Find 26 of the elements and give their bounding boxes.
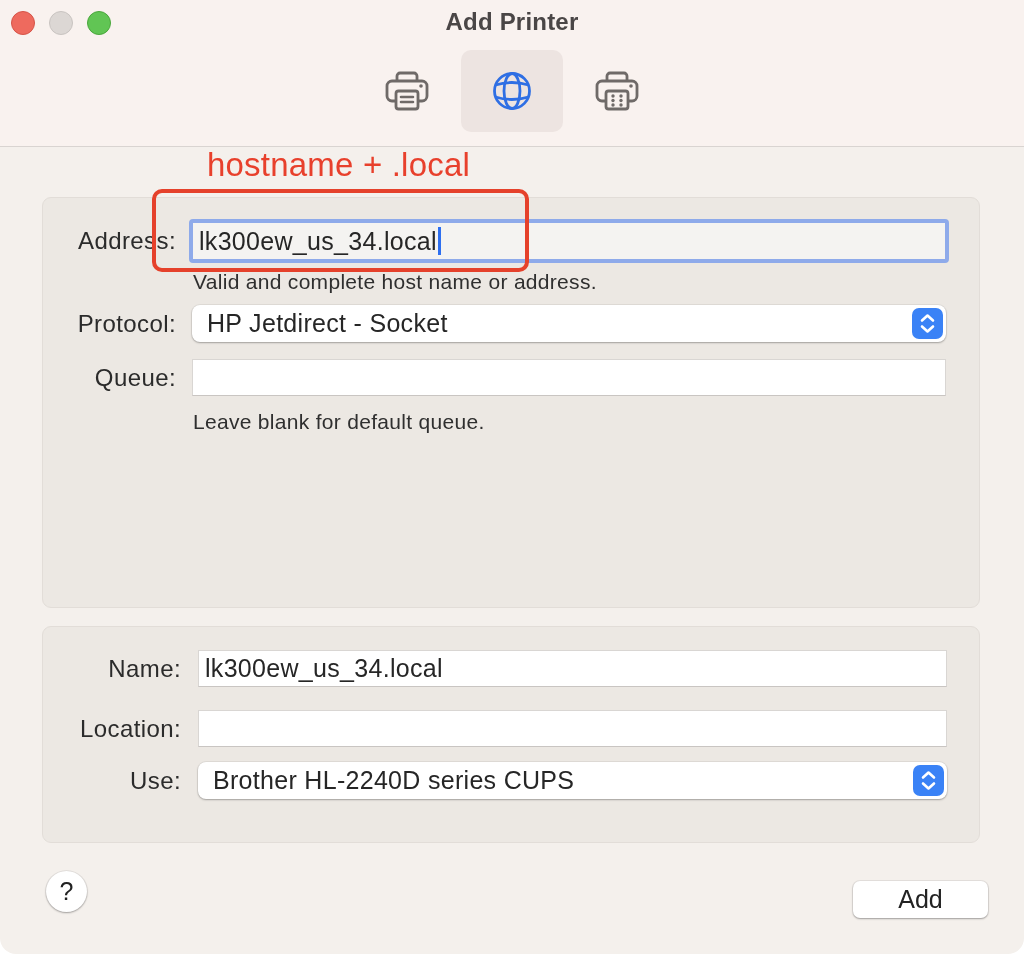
toolbar-tab[interactable]: [461, 50, 563, 132]
stepper-icon: [912, 308, 943, 339]
helper-text: Valid and complete host name or address.: [193, 270, 597, 293]
name-field[interactable]: lk300ew_us_34.local: [198, 650, 947, 687]
zoom-button[interactable]: [87, 10, 111, 35]
help-button[interactable]: ?: [46, 871, 87, 912]
helper-text: Leave blank for default queue.: [193, 410, 485, 433]
annotation-text: hostname + .local: [207, 147, 470, 183]
use-popup[interactable]: Brother HL-2240D series CUPS: [198, 762, 947, 799]
field-label: Location:: [79, 713, 181, 744]
field-label: Queue:: [93, 362, 176, 393]
field-label: Name:: [107, 653, 181, 684]
printer-keypad-icon: [595, 71, 639, 111]
queue-field[interactable]: [192, 359, 946, 396]
text-cursor-icon: [437, 227, 441, 255]
address-field[interactable]: lk300ew_us_34.local: [189, 219, 949, 263]
globe-icon: [492, 71, 532, 111]
stepper-icon: [913, 765, 944, 796]
window-title: Add Printer: [445, 7, 579, 37]
close-button[interactable]: [11, 10, 35, 35]
field-label: Use:: [129, 765, 181, 796]
location-field[interactable]: [198, 710, 947, 747]
field-label: Protocol:: [76, 308, 176, 339]
printer-icon: [385, 71, 429, 111]
protocol-popup[interactable]: HP Jetdirect - Socket: [192, 305, 946, 342]
add-button[interactable]: Add: [853, 881, 988, 918]
